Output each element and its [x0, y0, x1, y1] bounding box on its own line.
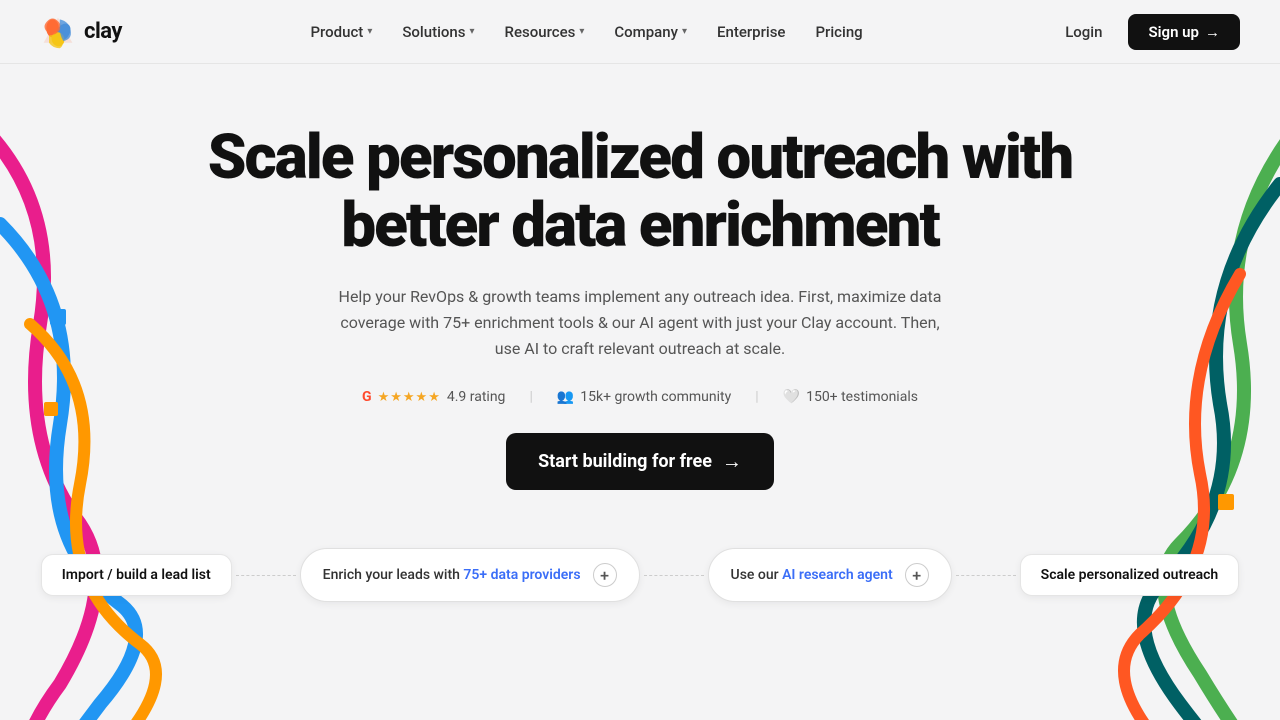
- chevron-down-icon: ▾: [579, 26, 584, 37]
- rating-text: 4.9 rating: [447, 389, 506, 405]
- enrich-text: Enrich your leads with 75+ data provider…: [323, 567, 581, 583]
- research-text: Use our AI research agent: [731, 567, 893, 583]
- clay-logo-icon: [40, 14, 76, 50]
- logo-text: clay: [84, 19, 122, 44]
- nav-links: Product ▾ Solutions ▾ Resources ▾ Compan…: [298, 17, 874, 47]
- hero-stats: G ★★★★★ 4.9 rating | 👥 15k+ growth commu…: [20, 389, 1260, 405]
- research-expand-button[interactable]: +: [905, 563, 929, 587]
- chevron-down-icon: ▾: [470, 26, 475, 37]
- login-button[interactable]: Login: [1051, 17, 1116, 47]
- rating-stat: G ★★★★★ 4.9 rating: [362, 389, 505, 405]
- arrow-right-icon: →: [722, 449, 742, 474]
- enrich-expand-button[interactable]: +: [593, 563, 617, 587]
- chevron-down-icon: ▾: [367, 26, 372, 37]
- navbar: clay Product ▾ Solutions ▾ Resources ▾ C…: [0, 0, 1280, 64]
- nav-solutions[interactable]: Solutions ▾: [390, 17, 486, 47]
- hero-content: Scale personalized outreach with better …: [20, 124, 1260, 602]
- flow-row: Import / build a lead list Enrich your l…: [20, 548, 1260, 602]
- chevron-down-icon: ▾: [682, 26, 687, 37]
- research-link: AI research agent: [782, 567, 893, 583]
- connector-1: [236, 575, 296, 576]
- g2-icon: G: [362, 389, 372, 405]
- testimonials-text: 150+ testimonials: [806, 389, 918, 405]
- testimonials-stat: 🤍 150+ testimonials: [783, 389, 918, 405]
- import-lead-list-card[interactable]: Import / build a lead list: [41, 554, 232, 596]
- hero-subtitle: Help your RevOps & growth teams implemen…: [330, 284, 950, 361]
- nav-product[interactable]: Product ▾: [298, 17, 384, 47]
- cta-button[interactable]: Start building for free →: [506, 433, 774, 490]
- connector-3: [956, 575, 1016, 576]
- nav-enterprise[interactable]: Enterprise: [705, 17, 797, 47]
- research-agent-pill[interactable]: Use our AI research agent +: [708, 548, 952, 602]
- arrow-right-icon: →: [1205, 23, 1220, 41]
- scale-outreach-card[interactable]: Scale personalized outreach: [1020, 554, 1240, 596]
- enrich-link: 75+ data providers: [463, 567, 580, 583]
- nav-resources[interactable]: Resources ▾: [493, 17, 597, 47]
- nav-company[interactable]: Company ▾: [602, 17, 699, 47]
- logo-link[interactable]: clay: [40, 14, 122, 50]
- hero-title: Scale personalized outreach with better …: [190, 124, 1090, 260]
- nav-pricing[interactable]: Pricing: [803, 17, 874, 47]
- nav-actions: Login Sign up →: [1051, 14, 1240, 50]
- stat-divider: |: [529, 389, 532, 405]
- connector-2: [644, 575, 704, 576]
- hero-section: Scale personalized outreach with better …: [0, 64, 1280, 720]
- community-stat: 👥 15k+ growth community: [557, 389, 731, 405]
- signup-button[interactable]: Sign up →: [1128, 14, 1240, 50]
- heart-icon: 🤍: [783, 389, 800, 405]
- people-icon: 👥: [557, 389, 574, 405]
- stat-divider-2: |: [755, 389, 758, 405]
- stars-icon: ★★★★★: [378, 390, 441, 405]
- enrich-leads-pill[interactable]: Enrich your leads with 75+ data provider…: [300, 548, 640, 602]
- community-text: 15k+ growth community: [580, 389, 731, 405]
